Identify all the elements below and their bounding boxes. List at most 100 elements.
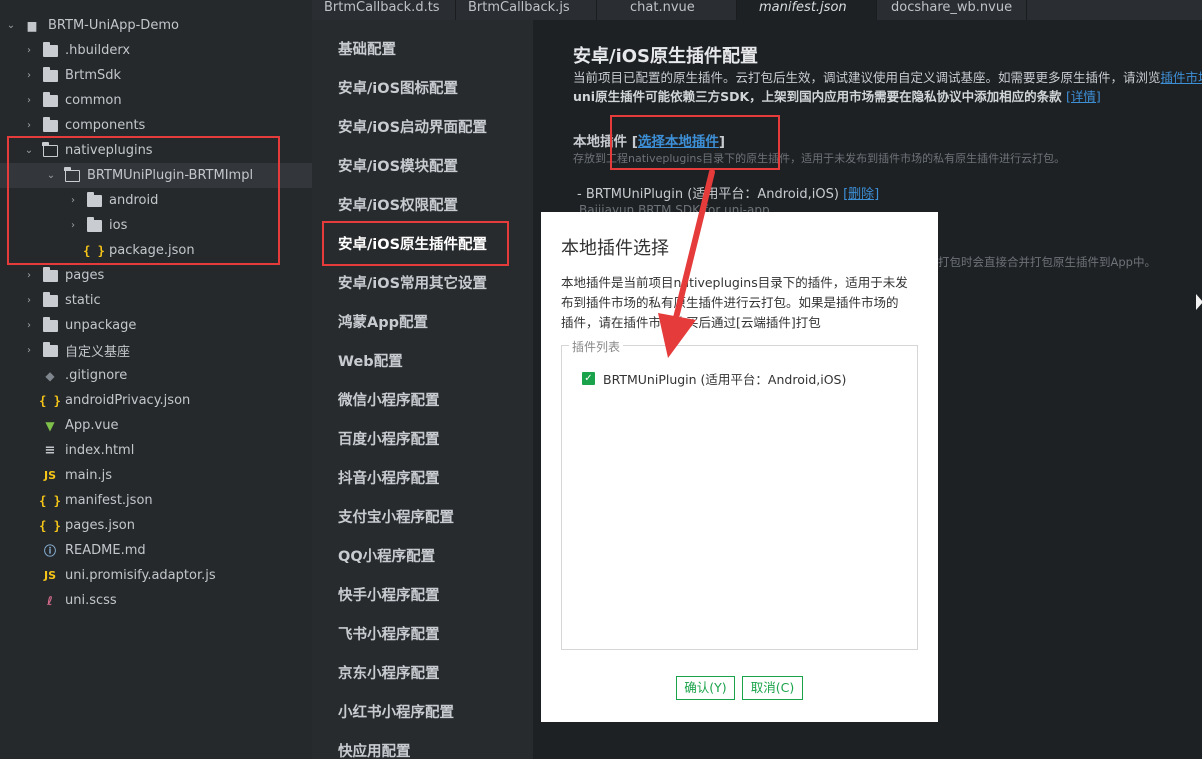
dialog-description-line: 本地插件是当前项目nativeplugins目录下的插件，适用于未发 [561, 275, 908, 290]
checkbox-checked-icon[interactable]: ✓ [582, 372, 595, 385]
tree-item-label: main.js [65, 468, 112, 483]
nav-item[interactable]: 安卓/iOS模块配置 [338, 155, 458, 176]
nav-item[interactable]: QQ小程序配置 [338, 545, 435, 566]
tree-item-label: .gitignore [65, 368, 128, 383]
repo-icon: ▆ [27, 19, 37, 32]
chevron-right-icon[interactable]: › [24, 120, 34, 131]
nav-item[interactable]: 鸿蒙App配置 [338, 311, 428, 332]
json-file-icon: { } [39, 518, 61, 533]
folder-icon [42, 266, 58, 283]
nav-item[interactable]: 京东小程序配置 [338, 662, 440, 683]
manifest-settings-nav: 基础配置 安卓/iOS图标配置 安卓/iOS启动界面配置 安卓/iOS模块配置 安卓/i… [312, 20, 533, 759]
merge-hint: 打包时会直接合并打包原生插件到App中。 [938, 255, 1156, 269]
plugin-market-link[interactable]: 插件市场 [1161, 70, 1202, 85]
nav-item[interactable]: Web配置 [338, 350, 403, 371]
tree-item[interactable]: { } androidPrivacy.json [0, 388, 312, 413]
plugin-list-legend: 插件列表 [569, 338, 624, 355]
nav-item[interactable]: 基础配置 [338, 38, 396, 59]
tab-docshare-wb-nvue[interactable]: docshare_wb.nvue [877, 0, 1027, 20]
delete-plugin-link[interactable]: [删除] [843, 187, 879, 202]
folder-icon [42, 91, 58, 108]
folder-icon [42, 41, 58, 58]
tree-item[interactable]: { } pages.json [0, 513, 312, 538]
tab-brtmcallback-js[interactable]: BrtmCallback.js [456, 0, 597, 20]
local-plugin-dialog: 本地插件选择 本地插件是当前项目nativeplugins目录下的插件，适用于未… [541, 212, 938, 722]
tree-item-label: pages.json [65, 518, 135, 533]
tree-item[interactable]: › pages [0, 263, 312, 288]
chevron-right-icon[interactable]: › [24, 95, 34, 106]
tree-root[interactable]: ⌄ ▆ BRTM-UniApp-Demo [0, 13, 312, 38]
tree-item-label: README.md [65, 543, 146, 558]
tree-item[interactable]: › common [0, 88, 312, 113]
nav-item[interactable]: 安卓/iOS常用其它设置 [338, 272, 487, 293]
tree-item[interactable]: › 自定义基座 [0, 338, 312, 363]
nav-item[interactable]: 微信小程序配置 [338, 389, 440, 410]
plugin-option[interactable]: ✓ BRTMUniPlugin (适用平台：Android,iOS) [582, 369, 846, 388]
tree-item[interactable]: › BrtmSdk [0, 63, 312, 88]
chevron-right-icon[interactable]: › [24, 270, 34, 281]
confirm-button[interactable]: 确认(Y) [676, 676, 735, 700]
tree-item[interactable]: JS uni.promisify.adaptor.js [0, 563, 312, 588]
details-link[interactable]: [详情] [1066, 89, 1101, 104]
js-file-icon: JS [43, 569, 56, 582]
tree-item-label: App.vue [65, 418, 119, 433]
tab-manifest-json[interactable]: manifest.json [737, 0, 877, 20]
ide-window: ⌄ ▆ BRTM-UniApp-Demo › .hbuilderx › BrtmSdk… [0, 0, 1202, 759]
json-file-icon: { } [39, 493, 61, 508]
dialog-title: 本地插件选择 [561, 238, 669, 259]
nav-item[interactable]: 快手小程序配置 [338, 584, 440, 605]
description-text: 当前项目已配置的原生插件。云打包后生效，调试建议使用自定义调试基座。如需要更多原… [573, 70, 1161, 85]
tree-item[interactable]: ≡ index.html [0, 438, 312, 463]
nav-item[interactable]: 安卓/iOS图标配置 [338, 77, 458, 98]
nav-item[interactable]: 快应用配置 [338, 740, 411, 759]
annotation-box-nav [322, 221, 509, 266]
folder-icon [42, 316, 58, 333]
info-file-icon: ⓘ [43, 544, 56, 558]
dialog-description-line: 布到插件市场的私有原生插件进行云打包。如果是插件市场的 [561, 295, 899, 310]
tree-item-label: manifest.json [65, 493, 153, 508]
tree-item[interactable]: JS main.js [0, 463, 312, 488]
tree-item[interactable]: { } manifest.json [0, 488, 312, 513]
nav-item[interactable]: 抖音小程序配置 [338, 467, 440, 488]
nav-item[interactable]: 安卓/iOS启动界面配置 [338, 116, 487, 137]
tree-item[interactable]: › .hbuilderx [0, 38, 312, 63]
project-explorer: ⌄ ▆ BRTM-UniApp-Demo › .hbuilderx › BrtmSdk… [0, 0, 312, 759]
tree-item-label: common [65, 93, 122, 108]
scss-file-icon: ℓ [47, 593, 53, 608]
nav-item[interactable]: 安卓/iOS权限配置 [338, 194, 458, 215]
nav-item[interactable]: 支付宝小程序配置 [338, 506, 454, 527]
html-file-icon: ≡ [44, 443, 56, 458]
tree-item[interactable]: ℓ uni.scss [0, 588, 312, 613]
chevron-right-icon[interactable]: › [24, 70, 34, 81]
tree-item-label: 自定义基座 [65, 345, 131, 360]
chevron-right-icon[interactable]: › [24, 295, 34, 306]
tree-item[interactable]: › static [0, 288, 312, 313]
nav-item[interactable]: 百度小程序配置 [338, 428, 440, 449]
tree-item[interactable]: › unpackage [0, 313, 312, 338]
tree-item-label: androidPrivacy.json [65, 393, 191, 408]
plugin-list: 插件列表 ✓ BRTMUniPlugin (适用平台：Android,iOS) [561, 338, 918, 650]
nav-item[interactable]: 小红书小程序配置 [338, 701, 454, 722]
chevron-right-icon[interactable]: › [24, 45, 34, 56]
tree-item[interactable]: ▼ App.vue [0, 413, 312, 438]
annotation-box-tree [7, 136, 280, 265]
chevron-right-icon[interactable]: › [24, 345, 34, 356]
tree-item-label: pages [65, 268, 105, 283]
dialog-description: 本地插件是当前项目nativeplugins目录下的插件，适用于未发 布到插件市… [561, 273, 923, 333]
dialog-description-line: 插件，请在插件市场购买后通过[云端插件]打包 [561, 315, 821, 330]
tree-item[interactable]: ⓘ README.md [0, 538, 312, 563]
tree-item[interactable]: ◆ .gitignore [0, 363, 312, 388]
mouse-cursor-icon [1196, 294, 1202, 310]
chevron-down-icon: ⌄ [6, 20, 16, 31]
chevron-right-icon[interactable]: › [24, 320, 34, 331]
nav-item[interactable]: 飞书小程序配置 [338, 623, 440, 644]
cancel-button[interactable]: 取消(C) [742, 676, 803, 700]
plugin-entry-label: - BRTMUniPlugin (适用平台：Android,iOS) [577, 187, 839, 202]
tab-brtmcallback-d-ts[interactable]: BrtmCallback.d.ts [312, 0, 456, 20]
tab-chat-nvue[interactable]: chat.nvue [597, 0, 737, 20]
description-line-2: uni原生插件可能依赖三方SDK，上架到国内应用市场需要在隐私协议中添加相应的条… [573, 86, 1101, 105]
folder-icon [42, 66, 58, 83]
folder-icon [42, 341, 58, 358]
vue-file-icon: ▼ [45, 418, 55, 433]
tree-item[interactable]: › components [0, 113, 312, 138]
